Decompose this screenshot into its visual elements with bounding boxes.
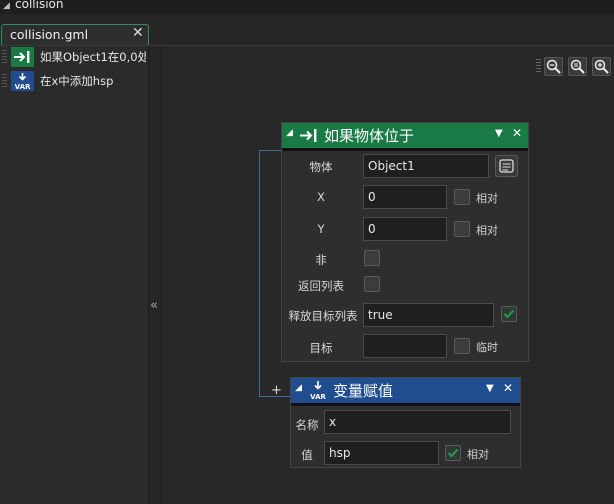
name-label: 名称 bbox=[295, 418, 319, 432]
relative-checkbox[interactable] bbox=[445, 445, 461, 461]
return-list-label: 返回列表 bbox=[298, 279, 344, 293]
list-item-label: 在x中添加hsp bbox=[40, 74, 114, 88]
target-temp-label: 临时 bbox=[476, 341, 498, 354]
close-icon[interactable]: ✕ bbox=[512, 126, 522, 140]
x-relative-label: 相对 bbox=[476, 192, 498, 205]
relative-label: 相对 bbox=[467, 448, 489, 461]
collapse-triangle-icon[interactable]: ◢ bbox=[3, 1, 10, 11]
list-item-add-hsp[interactable]: VAR 在x中添加hsp bbox=[0, 70, 148, 92]
action-list-panel: 如果Object1在0,0处 VAR 在x中添加hsp bbox=[0, 46, 148, 504]
free-list-checkbox[interactable] bbox=[501, 306, 517, 322]
if-object-at-node[interactable]: ◢ 如果物体位于 ▼ ✕ 物体 Object1 X 0 相对 Y 0 相对 非 … bbox=[281, 122, 529, 362]
window-title-bar: ◢ collision bbox=[0, 0, 614, 14]
free-list-label: 释放目标列表 bbox=[288, 309, 358, 323]
header-divider bbox=[291, 403, 520, 406]
node-header[interactable]: ◢ 如果物体位于 ▼ ✕ bbox=[282, 123, 528, 148]
value-label: 值 bbox=[301, 448, 313, 462]
dropdown-icon[interactable]: ▼ bbox=[486, 383, 494, 394]
name-field[interactable]: x bbox=[324, 410, 511, 434]
var-assign-icon: VAR bbox=[308, 380, 328, 404]
target-temp-checkbox[interactable] bbox=[454, 338, 470, 354]
dropdown-icon[interactable]: ▼ bbox=[495, 128, 503, 139]
svg-text:VAR: VAR bbox=[310, 393, 326, 401]
window-title: collision bbox=[15, 0, 64, 11]
y-relative-checkbox[interactable] bbox=[454, 221, 470, 237]
collapse-panel-icon[interactable]: « bbox=[150, 298, 158, 313]
x-label: X bbox=[317, 190, 325, 204]
object-field[interactable]: Object1 bbox=[363, 154, 489, 178]
drag-handle[interactable] bbox=[2, 74, 7, 88]
target-field[interactable] bbox=[363, 334, 447, 358]
zoom-reset-icon[interactable] bbox=[568, 57, 587, 76]
y-relative-label: 相对 bbox=[476, 224, 498, 237]
svg-text:VAR: VAR bbox=[15, 83, 31, 91]
not-label: 非 bbox=[315, 253, 327, 267]
x-relative-checkbox[interactable] bbox=[454, 189, 470, 205]
panel-splitter[interactable]: « bbox=[148, 46, 162, 504]
object-label: 物体 bbox=[309, 160, 333, 174]
close-icon[interactable]: ✕ bbox=[132, 25, 144, 41]
connection-wire bbox=[259, 150, 282, 151]
zoom-toolbar-grip[interactable] bbox=[536, 59, 541, 74]
drag-handle[interactable] bbox=[2, 50, 7, 64]
if-object-at-icon bbox=[299, 126, 321, 148]
free-list-field[interactable]: true bbox=[363, 303, 494, 327]
tab-label: collision.gml bbox=[10, 27, 89, 42]
list-item-if-object-at[interactable]: 如果Object1在0,0处 bbox=[0, 46, 148, 68]
node-title: 如果物体位于 bbox=[324, 127, 415, 145]
add-action-plus[interactable]: + bbox=[271, 383, 282, 398]
node-header[interactable]: ◢ VAR 变量赋值 ▼ ✕ bbox=[291, 378, 520, 403]
not-checkbox[interactable] bbox=[364, 250, 380, 266]
variable-assign-node[interactable]: ◢ VAR 变量赋值 ▼ ✕ 名称 x 值 hsp 相对 bbox=[290, 377, 521, 468]
return-list-checkbox[interactable] bbox=[364, 276, 380, 292]
var-assign-icon: VAR bbox=[11, 71, 34, 91]
collapse-icon[interactable]: ◢ bbox=[295, 383, 302, 393]
if-object-at-icon bbox=[11, 47, 34, 67]
close-icon[interactable]: ✕ bbox=[503, 381, 513, 395]
object-picker-button[interactable] bbox=[495, 155, 518, 177]
header-divider bbox=[282, 148, 528, 151]
value-field[interactable]: hsp bbox=[324, 441, 439, 465]
connection-wire bbox=[259, 150, 260, 396]
y-field[interactable]: 0 bbox=[363, 217, 447, 241]
zoom-out-icon[interactable] bbox=[544, 57, 563, 76]
zoom-in-icon[interactable] bbox=[592, 57, 611, 76]
target-label: 目标 bbox=[309, 341, 333, 355]
collapse-icon[interactable]: ◢ bbox=[286, 128, 293, 138]
y-label: Y bbox=[317, 222, 325, 236]
node-title: 变量赋值 bbox=[333, 382, 394, 400]
list-item-label: 如果Object1在0,0处 bbox=[40, 50, 146, 64]
tab-collision-gml[interactable]: collision.gml ✕ bbox=[1, 24, 149, 46]
x-field[interactable]: 0 bbox=[363, 185, 447, 209]
